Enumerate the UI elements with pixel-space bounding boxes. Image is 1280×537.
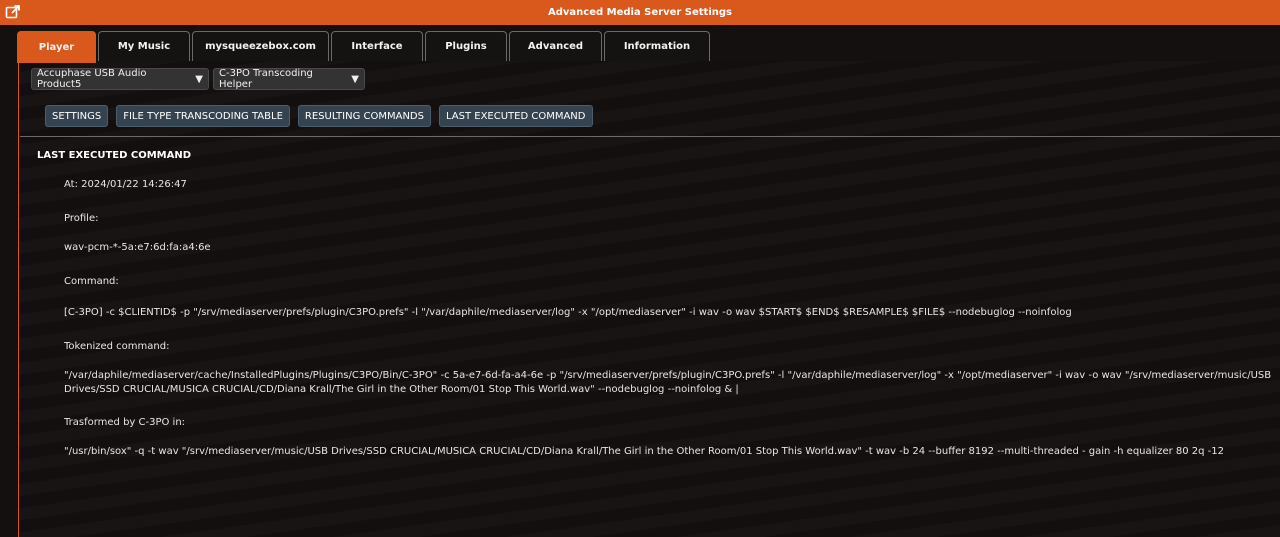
resulting-commands-button[interactable]: RESULTING COMMANDS <box>297 105 431 127</box>
file-type-transcoding-table-button[interactable]: FILE TYPE TRANSCODING TABLE <box>116 105 290 127</box>
tokenized-value: "/var/daphile/mediaserver/cache/Installe… <box>64 370 1272 395</box>
transformed-label: Trasformed by C-3PO in: <box>64 417 186 428</box>
section-heading: LAST EXECUTED COMMAND <box>37 150 192 161</box>
plugin-subtabs: SETTINGS FILE TYPE TRANSCODING TABLE RES… <box>45 105 601 127</box>
player-select-value: Accuphase USB Audio Product5 <box>37 68 147 90</box>
tab-my-music[interactable]: My Music <box>98 31 190 61</box>
tab-mysqueezebox[interactable]: mysqueezebox.com <box>192 31 329 61</box>
divider <box>20 136 1280 137</box>
window-title: Advanced Media Server Settings <box>547 7 732 18</box>
tab-player[interactable]: Player <box>17 31 96 63</box>
plugin-select-value: C-3PO Transcoding Helper <box>219 68 313 90</box>
tab-information[interactable]: Information <box>604 31 710 61</box>
command-value: [C-3PO] -c $CLIENTID$ -p "/srv/mediaserv… <box>64 307 1072 318</box>
external-link-icon[interactable] <box>5 4 21 20</box>
profile-value: wav-pcm-*-5a:e7:6d:fa:a4:6e <box>64 242 211 253</box>
transformed-value: "/usr/bin/sox" -q -t wav "/srv/mediaserv… <box>64 446 1225 457</box>
selector-bar: Accuphase USB Audio Product5 ▼ C-3PO Tra… <box>31 68 369 90</box>
tab-plugins[interactable]: Plugins <box>425 31 507 61</box>
chevron-down-icon: ▼ <box>195 73 203 85</box>
tokenized-label: Tokenized command: <box>64 341 170 352</box>
last-executed-command-button[interactable]: LAST EXECUTED COMMAND <box>438 105 593 127</box>
executed-at: At: 2024/01/22 14:26:47 <box>64 179 187 190</box>
chevron-down-icon: ▼ <box>351 73 359 85</box>
tab-interface[interactable]: Interface <box>331 31 423 61</box>
command-label: Command: <box>64 276 119 287</box>
plugin-select[interactable]: C-3PO Transcoding Helper ▼ <box>213 68 365 90</box>
profile-label: Profile: <box>64 213 99 224</box>
title-bar: Advanced Media Server Settings <box>0 0 1280 25</box>
tab-advanced[interactable]: Advanced <box>509 31 602 61</box>
main-tabs: Player My Music mysqueezebox.com Interfa… <box>17 31 712 63</box>
settings-button[interactable]: SETTINGS <box>45 105 109 127</box>
last-executed-command-section: LAST EXECUTED COMMAND At: 2024/01/22 14:… <box>37 150 1272 459</box>
player-select[interactable]: Accuphase USB Audio Product5 ▼ <box>31 68 209 90</box>
